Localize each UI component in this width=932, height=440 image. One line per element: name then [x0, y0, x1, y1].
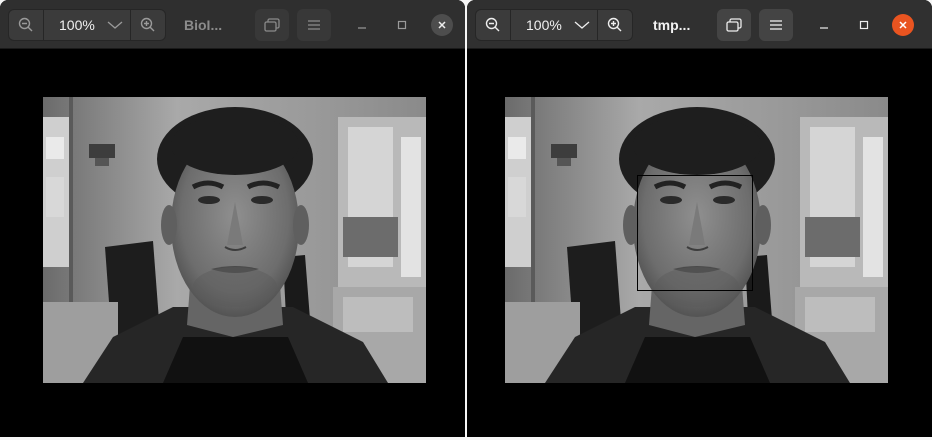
- close-button[interactable]: [431, 14, 453, 36]
- zoom-control: 100%: [475, 9, 633, 41]
- zoom-in-button[interactable]: [597, 10, 632, 40]
- zoom-level-dropdown[interactable]: 100%: [44, 10, 132, 40]
- window-title: tmp...: [653, 17, 691, 33]
- hamburger-menu-icon: [308, 20, 320, 30]
- zoom-level-value: 100%: [59, 17, 95, 33]
- zoom-level-dropdown[interactable]: 100%: [511, 10, 599, 40]
- zoom-out-icon: [18, 17, 33, 32]
- main-menu-button[interactable]: [759, 9, 793, 41]
- close-button[interactable]: [892, 14, 914, 36]
- image-canvas[interactable]: [0, 49, 465, 437]
- close-icon: [438, 21, 446, 29]
- minimize-button[interactable]: [813, 14, 835, 36]
- zoom-out-button[interactable]: [476, 10, 511, 40]
- fit-window-icon: [264, 18, 280, 32]
- face-photo: [505, 97, 888, 383]
- maximize-button[interactable]: [391, 14, 413, 36]
- chevron-down-icon: [574, 21, 590, 29]
- zoom-control: 100%: [8, 9, 166, 41]
- image-canvas[interactable]: [467, 49, 932, 437]
- zoom-in-icon: [607, 17, 622, 32]
- face-photo: [43, 97, 426, 383]
- window-title: BioI...: [184, 17, 223, 33]
- face-detection-box: [637, 175, 753, 291]
- maximize-icon: [859, 20, 869, 30]
- zoom-in-button[interactable]: [130, 10, 165, 40]
- zoom-out-button[interactable]: [9, 10, 44, 40]
- close-icon: [899, 21, 907, 29]
- image-viewer-window-tmp: 100% tmp...: [467, 0, 932, 437]
- image-viewer-window-bioid: 100% BioI...: [0, 0, 465, 437]
- chevron-down-icon: [107, 21, 123, 29]
- headerbar: 100% tmp...: [467, 0, 932, 49]
- hamburger-menu-icon: [770, 20, 782, 30]
- minimize-icon: [358, 27, 366, 29]
- main-menu-button[interactable]: [297, 9, 331, 41]
- zoom-out-icon: [485, 17, 500, 32]
- fit-window-icon: [726, 18, 742, 32]
- maximize-icon: [397, 20, 407, 30]
- zoom-level-value: 100%: [526, 17, 562, 33]
- minimize-button[interactable]: [351, 14, 373, 36]
- headerbar: 100% BioI...: [0, 0, 465, 49]
- minimize-icon: [820, 27, 828, 29]
- fit-window-button[interactable]: [255, 9, 289, 41]
- fit-window-button[interactable]: [717, 9, 751, 41]
- zoom-in-icon: [140, 17, 155, 32]
- maximize-button[interactable]: [853, 14, 875, 36]
